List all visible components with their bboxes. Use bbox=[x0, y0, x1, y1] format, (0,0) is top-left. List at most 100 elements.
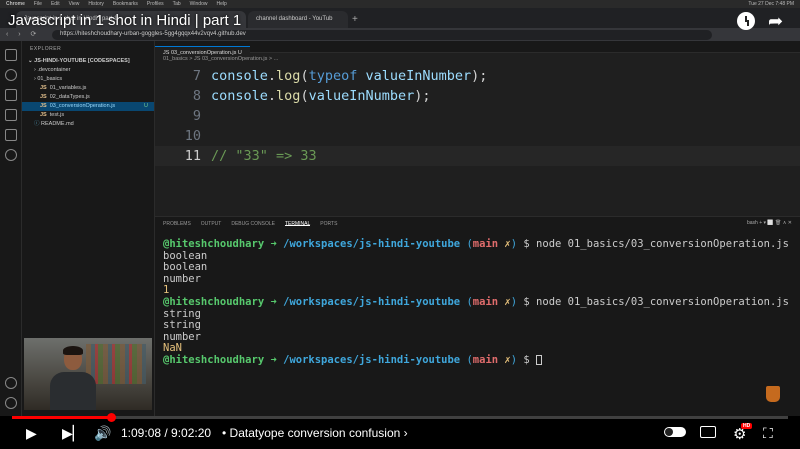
browser-nav-icons[interactable]: ‹ › ⟳ bbox=[6, 30, 40, 38]
tree-item[interactable]: JS test.js bbox=[22, 111, 154, 120]
code-line[interactable]: 9 bbox=[155, 106, 800, 126]
tree-item[interactable]: › 01_basics bbox=[22, 75, 154, 84]
autoplay-toggle-icon[interactable] bbox=[664, 427, 686, 437]
line-number: 8 bbox=[192, 88, 201, 104]
prompt-branch: main bbox=[472, 295, 499, 308]
macos-menu-item[interactable]: File bbox=[34, 1, 42, 7]
chapter-title[interactable]: • Datatyope conversion confusion › bbox=[222, 426, 408, 440]
macos-menu-item[interactable]: Chrome bbox=[6, 1, 25, 7]
progress-bar[interactable] bbox=[12, 413, 788, 422]
panel-tab-output[interactable]: OUTPUT bbox=[201, 221, 222, 227]
browser-tab-other[interactable]: channel dashboard - YouTub bbox=[248, 11, 348, 28]
markdown-file-icon: ⓘ bbox=[34, 121, 42, 127]
terminal-toolbar[interactable]: bash + ▾ ⬜ 🗑 ∧ ✕ bbox=[747, 220, 792, 226]
terminal-output-line: string bbox=[163, 319, 201, 332]
macos-clock: Tue 27 Dec 7:48 PM bbox=[748, 1, 794, 7]
prompt-user: @hiteshchoudhary bbox=[163, 238, 265, 250]
project-root[interactable]: ⌄ JS-HINDI-YOUTUBE [CODESPACES] bbox=[22, 57, 154, 66]
code-line[interactable]: 7 console.log(typeof valueInNumber); bbox=[155, 66, 800, 86]
prompt-dirty-mark: ✗ bbox=[498, 238, 511, 250]
macos-menu-items[interactable]: Chrome File Edit View History Bookmarks Profil… bbox=[6, 1, 227, 7]
code-line[interactable]: 8 console.log(valueInNumber); bbox=[155, 86, 800, 106]
volume-icon[interactable]: 🔊 bbox=[94, 425, 111, 441]
line-number: 9 bbox=[192, 108, 201, 124]
run-debug-icon[interactable] bbox=[5, 109, 17, 121]
terminal-prompt-line: @hiteshchoudhary ➜ /workspaces/js-hindi-… bbox=[163, 353, 789, 367]
hd-badge: HD bbox=[741, 423, 753, 429]
code-text: // "33" => 33 bbox=[211, 148, 317, 164]
tree-item[interactable]: JS 03_conversionOperation.js U bbox=[22, 102, 154, 111]
video-title[interactable]: Javascript in 1 shot in Hindi | part 1 bbox=[8, 12, 241, 29]
files-icon[interactable] bbox=[5, 49, 17, 61]
terminal-command: node 01_basics/03_conversionOperation.js bbox=[536, 295, 789, 308]
panel-tab-terminal[interactable]: TERMINAL bbox=[284, 221, 311, 227]
prompt-git-open: ( bbox=[460, 238, 473, 250]
explorer-header: EXPLORER bbox=[30, 46, 62, 52]
macos-menu-item[interactable]: Profiles bbox=[147, 1, 164, 7]
prompt-branch: main bbox=[472, 238, 499, 250]
code-line[interactable]: 11 // "33" => 33 bbox=[155, 146, 800, 166]
clock-icon[interactable] bbox=[737, 12, 755, 30]
macos-menu-item[interactable]: View bbox=[69, 1, 80, 7]
prompt-path: /workspaces/js-hindi-youtube bbox=[283, 238, 461, 250]
tree-item[interactable]: › .devcontainer bbox=[22, 66, 154, 75]
macos-menu-item[interactable]: Help bbox=[216, 1, 226, 7]
tree-item[interactable]: JS 01_variables.js bbox=[22, 84, 154, 93]
editor-tabs: JS 03_conversionOperation.js U bbox=[155, 41, 800, 58]
code-line[interactable]: 10 bbox=[155, 126, 800, 146]
prompt-dollar: $ bbox=[517, 295, 537, 308]
tree-item-label: 01_basics bbox=[37, 76, 63, 82]
terminal-output-line: boolean bbox=[163, 261, 208, 274]
share-icon[interactable]: ➦ bbox=[768, 12, 786, 30]
macos-menu-item[interactable]: Bookmarks bbox=[113, 1, 138, 7]
prompt-path: /workspaces/js-hindi-youtube bbox=[283, 353, 461, 366]
terminal-output-line: string bbox=[163, 307, 201, 320]
prompt-git-open: ( bbox=[460, 353, 473, 366]
macos-menu-item[interactable]: Edit bbox=[51, 1, 60, 7]
panel-tab-ports[interactable]: PORTS bbox=[320, 221, 337, 227]
next-icon[interactable]: ▶▏ bbox=[62, 425, 84, 441]
source-control-icon[interactable] bbox=[5, 89, 17, 101]
prompt-arrow: ➜ bbox=[264, 295, 284, 308]
terminal-prompt-line: @hiteshchoudhary ➜ /workspaces/js-hindi-… bbox=[163, 295, 789, 309]
prompt-git-open: ( bbox=[460, 295, 473, 308]
panel-tab-debug-console[interactable]: DEBUG CONSOLE bbox=[231, 221, 275, 227]
search-icon[interactable] bbox=[5, 69, 17, 81]
url-input[interactable]: https://hiteshchoudhary-urban-goggles-5g… bbox=[52, 30, 712, 40]
code-text: console.log(valueInNumber); bbox=[211, 88, 431, 104]
panel-tab-problems[interactable]: PROBLEMS bbox=[163, 221, 191, 227]
tree-item-label: .devcontainer bbox=[37, 67, 71, 73]
panel-tabs: PROBLEMS OUTPUT DEBUG CONSOLE TERMINAL PORTS bbox=[155, 217, 800, 230]
terminal-command: node 01_basics/03_conversionOperation.js bbox=[536, 238, 789, 250]
fullscreen-icon[interactable]: ⛶ bbox=[763, 425, 773, 442]
js-file-icon: JS bbox=[40, 112, 47, 118]
time-display: 1:09:08 / 9:02:20 bbox=[121, 426, 212, 440]
bottom-panel: PROBLEMS OUTPUT DEBUG CONSOLE TERMINAL PORTS… bbox=[155, 216, 800, 416]
account-icon[interactable] bbox=[5, 377, 17, 389]
scrubber-handle[interactable] bbox=[106, 413, 116, 422]
new-tab-icon[interactable]: + bbox=[352, 14, 358, 25]
terminal-output[interactable]: @hiteshchoudhary ➜ /workspaces/js-hindi-… bbox=[163, 238, 789, 367]
prompt-path: /workspaces/js-hindi-youtube bbox=[283, 295, 461, 308]
manage-gear-icon[interactable] bbox=[5, 397, 17, 409]
play-icon[interactable]: ▶ bbox=[26, 425, 37, 441]
github-icon[interactable] bbox=[5, 149, 17, 161]
macos-menu-item[interactable]: History bbox=[88, 1, 104, 7]
tree-item[interactable]: JS 02_dataTypes.js bbox=[22, 93, 154, 102]
terminal-output-line: number bbox=[163, 330, 201, 343]
terminal-cursor bbox=[536, 354, 543, 365]
captions-icon[interactable] bbox=[700, 426, 716, 438]
tree-item-label: 01_variables.js bbox=[49, 85, 87, 91]
player-controls: ▶ ▶▏ 🔊 1:09:08 / 9:02:20 • Datatyope con… bbox=[0, 413, 800, 449]
presenter-body bbox=[50, 372, 96, 410]
macos-menu-item[interactable]: Tab bbox=[173, 1, 181, 7]
tree-item[interactable]: ⓘ README.md bbox=[22, 120, 154, 129]
macos-menu-item[interactable]: Window bbox=[190, 1, 208, 7]
prompt-dirty-mark: ✗ bbox=[498, 295, 511, 308]
terminal-output-line: number bbox=[163, 272, 201, 285]
js-file-icon: JS bbox=[40, 103, 47, 109]
breadcrumb[interactable]: 01_basics > JS 03_conversionOperation.js… bbox=[155, 53, 800, 65]
prompt-dollar: $ bbox=[517, 238, 537, 250]
extensions-icon[interactable] bbox=[5, 129, 17, 141]
git-status-badge: U bbox=[144, 103, 148, 109]
